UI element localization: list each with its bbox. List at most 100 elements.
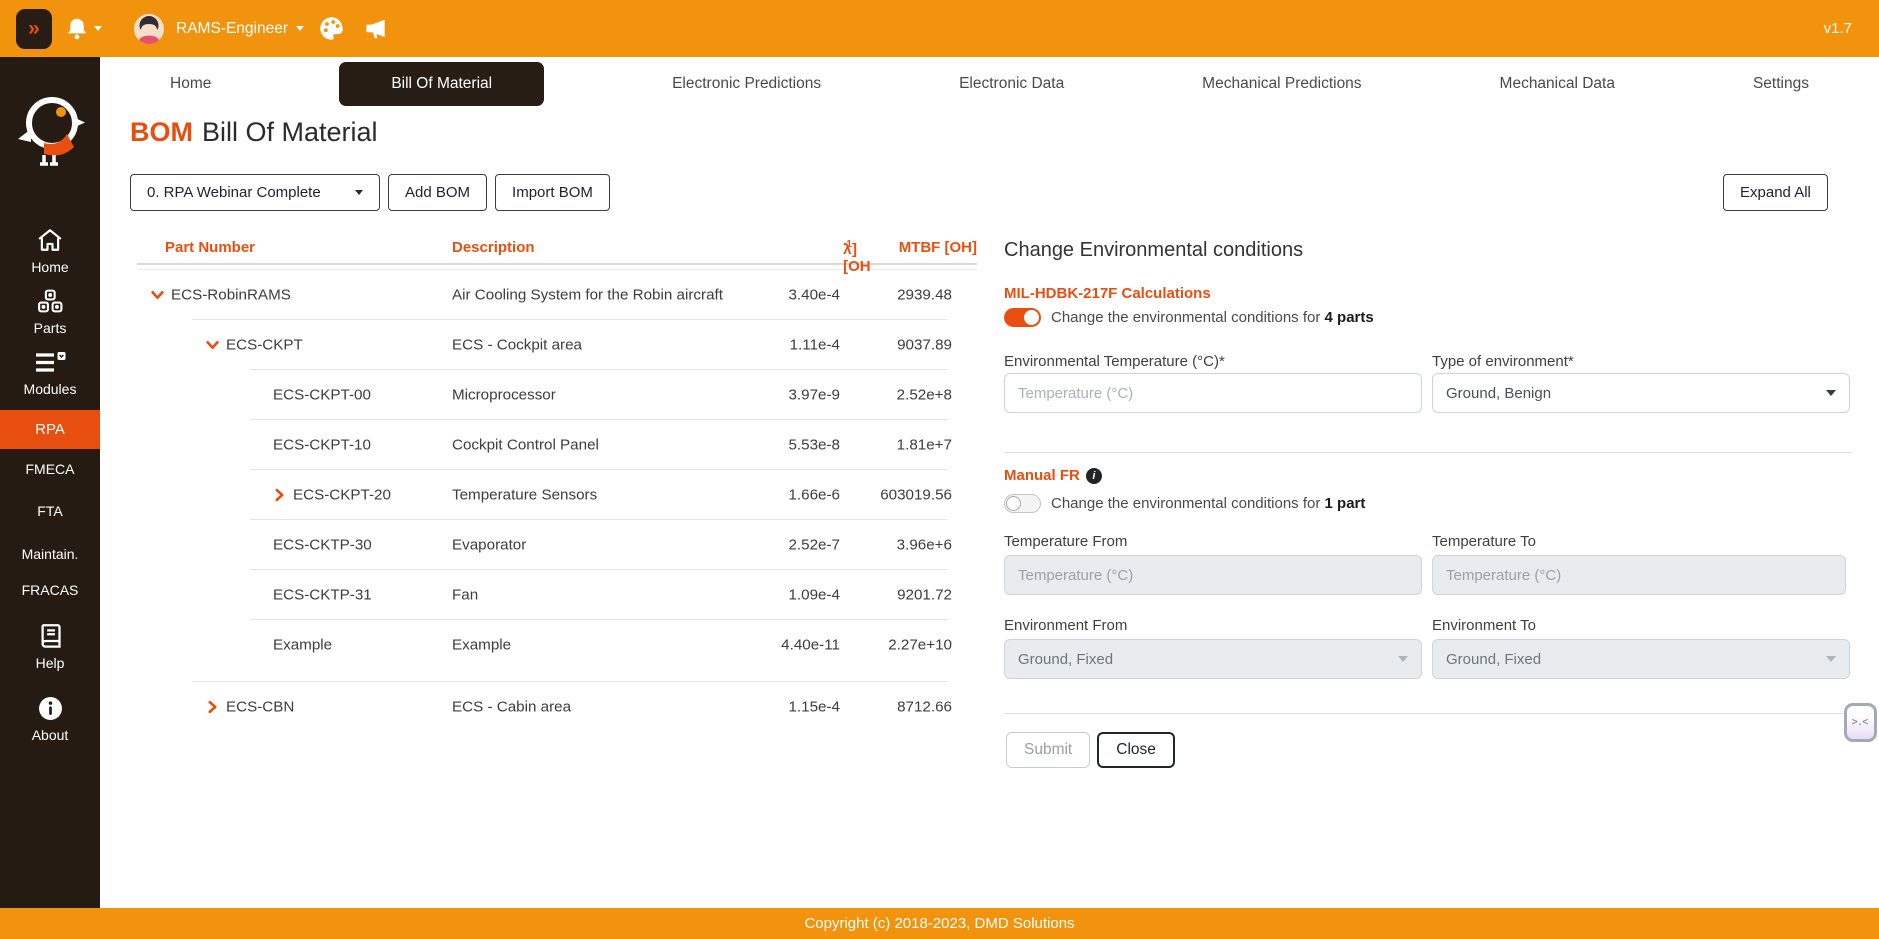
user-menu[interactable]: RAMS-Engineer bbox=[134, 0, 304, 57]
temperature-from-label: Temperature From bbox=[1004, 533, 1127, 550]
sidebar-item-maintain[interactable]: Maintain. bbox=[0, 546, 100, 562]
tab-bill-of-material[interactable]: Bill Of Material bbox=[339, 62, 544, 106]
sidebar-item-fracas[interactable]: FRACAS bbox=[0, 582, 100, 598]
mtbf-cell: 8712.66 bbox=[897, 698, 952, 715]
sidebar-item-parts[interactable]: Parts bbox=[0, 288, 100, 336]
bom-row-ecs-cktp-30[interactable]: ECS-CKTP-30Evaporator2.52e-73.96e+6 bbox=[137, 520, 977, 569]
lambda-cell: 1.11e-4 bbox=[790, 336, 840, 353]
mil-toggle[interactable] bbox=[1004, 308, 1041, 327]
env-type-select[interactable]: Ground, Benign bbox=[1432, 373, 1850, 413]
mil-hdbk-heading: MIL-HDBK-217F Calculations bbox=[1004, 285, 1211, 302]
sidebar-item-fmeca[interactable]: FMECA bbox=[0, 461, 100, 477]
lambda-cell: 1.66e-6 bbox=[788, 486, 840, 503]
tab-mechanical-predictions[interactable]: Mechanical Predictions bbox=[1192, 75, 1371, 93]
close-button[interactable]: Close bbox=[1097, 732, 1175, 768]
temperature-to-label: Temperature To bbox=[1432, 533, 1536, 550]
copyright-text: Copyright (c) 2018-2023, DMD Solutions bbox=[804, 915, 1074, 932]
sidebar-collapse-button[interactable]: » bbox=[16, 9, 52, 49]
mtbf-cell: 1.81e+7 bbox=[897, 436, 952, 453]
part-number-cell: ECS-CKPT-10 bbox=[273, 436, 371, 453]
bom-row-ecs-ckpt-20[interactable]: ECS-CKPT-20Temperature Sensors1.66e-6603… bbox=[137, 470, 977, 519]
lambda-cell: 2.52e-7 bbox=[788, 536, 840, 553]
chevron-down-icon[interactable] bbox=[151, 288, 164, 301]
env-type-label: Type of environment* bbox=[1432, 353, 1574, 370]
description-cell: Evaporator bbox=[452, 536, 526, 553]
chevron-down-icon bbox=[1826, 656, 1836, 662]
add-bom-button[interactable]: Add BOM bbox=[388, 174, 487, 211]
modules-icon bbox=[34, 349, 66, 375]
bom-selector-dropdown[interactable]: 0. RPA Webinar Complete bbox=[130, 174, 380, 211]
description-cell: Air Cooling System for the Robin aircraf… bbox=[452, 286, 723, 303]
notifications-button[interactable] bbox=[64, 0, 102, 57]
part-number-cell: Example bbox=[273, 636, 332, 653]
tab-electronic-data[interactable]: Electronic Data bbox=[949, 75, 1074, 93]
lambda-cell: 1.09e-4 bbox=[788, 586, 840, 603]
bom-row-ecs-cktp-31[interactable]: ECS-CKTP-31Fan1.09e-49201.72 bbox=[137, 570, 977, 619]
bom-row-ecs-ckpt[interactable]: ECS-CKPTECS - Cockpit area1.11e-49037.89 bbox=[137, 320, 977, 369]
sidebar-item-label: FTA bbox=[37, 503, 62, 519]
tab-electronic-predictions[interactable]: Electronic Predictions bbox=[662, 75, 831, 93]
mil-toggle-row: Change the environmental conditions for … bbox=[1004, 308, 1374, 327]
tab-mechanical-data[interactable]: Mechanical Data bbox=[1490, 75, 1625, 93]
theme-palette-button[interactable] bbox=[318, 0, 345, 57]
chevron-down-icon bbox=[1826, 390, 1836, 396]
sidebar-item-rpa[interactable]: RPA bbox=[0, 410, 100, 449]
chevron-right-icon[interactable] bbox=[273, 488, 286, 501]
sidebar-item-about[interactable]: About bbox=[0, 695, 100, 743]
app-version: v1.7 bbox=[1824, 0, 1852, 57]
assistant-widget-button[interactable]: >.< bbox=[1844, 703, 1877, 742]
temperature-to-input bbox=[1432, 555, 1846, 595]
assistant-face-icon: >.< bbox=[1847, 706, 1874, 739]
description-cell: Fan bbox=[452, 586, 478, 603]
info-icon[interactable]: i bbox=[1086, 468, 1102, 484]
topbar: » RAMS-Engineer v1.7 bbox=[0, 0, 1879, 57]
bom-row-ecs-robinrams[interactable]: ECS-RobinRAMSAir Cooling System for the … bbox=[137, 270, 977, 319]
bom-row-example[interactable]: ExampleExample4.40e-112.27e+10 bbox=[137, 620, 977, 669]
sidebar-item-label: Help bbox=[36, 655, 65, 671]
avatar bbox=[134, 14, 164, 44]
sidebar-item-help[interactable]: Help bbox=[0, 623, 100, 671]
footer: Copyright (c) 2018-2023, DMD Solutions bbox=[0, 908, 1879, 939]
lambda-cell: 3.40e-4 bbox=[788, 286, 840, 303]
col-description[interactable]: Description bbox=[452, 239, 535, 256]
bom-row-ecs-cbn[interactable]: ECS-CBNECS - Cabin area1.15e-48712.66 bbox=[137, 682, 977, 731]
col-lambda[interactable]: λ [OH -1 ] bbox=[843, 239, 852, 257]
chevron-down-icon[interactable] bbox=[206, 338, 219, 351]
sidebar-item-home[interactable]: Home bbox=[0, 227, 100, 275]
robin-rams-logo bbox=[14, 93, 86, 178]
env-temperature-input[interactable] bbox=[1004, 373, 1422, 413]
bom-row-ecs-ckpt-00[interactable]: ECS-CKPT-00Microprocessor3.97e-92.52e+8 bbox=[137, 370, 977, 419]
parts-icon bbox=[36, 288, 64, 314]
double-chevron-icon: » bbox=[28, 18, 40, 39]
bom-row-ecs-ckpt-10[interactable]: ECS-CKPT-10Cockpit Control Panel5.53e-81… bbox=[137, 420, 977, 469]
tabs: Home Bill Of Material Electronic Predictio… bbox=[100, 57, 1879, 110]
manual-toggle[interactable] bbox=[1004, 494, 1041, 513]
about-icon bbox=[38, 695, 63, 721]
temperature-from-input bbox=[1004, 555, 1422, 595]
bom-table-header: Part Number Description λ [OH -1 ] MTBF … bbox=[137, 237, 977, 263]
sidebar-item-fta[interactable]: FTA bbox=[0, 503, 100, 519]
sidebar-item-modules[interactable]: Modules bbox=[0, 349, 100, 397]
sidebar-item-label: Modules bbox=[24, 381, 77, 397]
col-part-number[interactable]: Part Number bbox=[165, 239, 255, 256]
mtbf-cell: 3.96e+6 bbox=[897, 536, 952, 553]
lambda-cell: 1.15e-4 bbox=[788, 698, 840, 715]
page-title: BOMBill Of Material bbox=[130, 117, 378, 148]
part-number-cell: ECS-CKTP-31 bbox=[273, 586, 372, 603]
chevron-right-icon[interactable] bbox=[206, 700, 219, 713]
bom-table: Part Number Description λ [OH -1 ] MTBF … bbox=[137, 237, 977, 731]
tab-settings[interactable]: Settings bbox=[1743, 75, 1819, 93]
expand-all-button[interactable]: Expand All bbox=[1723, 174, 1828, 211]
description-cell: Microprocessor bbox=[452, 386, 556, 403]
col-mtbf[interactable]: MTBF [OH] bbox=[899, 239, 977, 256]
part-number-cell: ECS-CKPT-00 bbox=[273, 386, 371, 403]
environment-from-select: Ground, Fixed bbox=[1004, 639, 1422, 679]
announcements-button[interactable] bbox=[362, 0, 390, 57]
environment-to-label: Environment To bbox=[1432, 617, 1536, 634]
mtbf-cell: 2939.48 bbox=[897, 286, 952, 303]
chevron-down-icon bbox=[296, 26, 304, 31]
tab-home[interactable]: Home bbox=[160, 75, 221, 93]
bom-rows: ECS-RobinRAMSAir Cooling System for the … bbox=[137, 270, 977, 731]
import-bom-button[interactable]: Import BOM bbox=[495, 174, 610, 211]
sidebar-item-label: About bbox=[32, 727, 69, 743]
